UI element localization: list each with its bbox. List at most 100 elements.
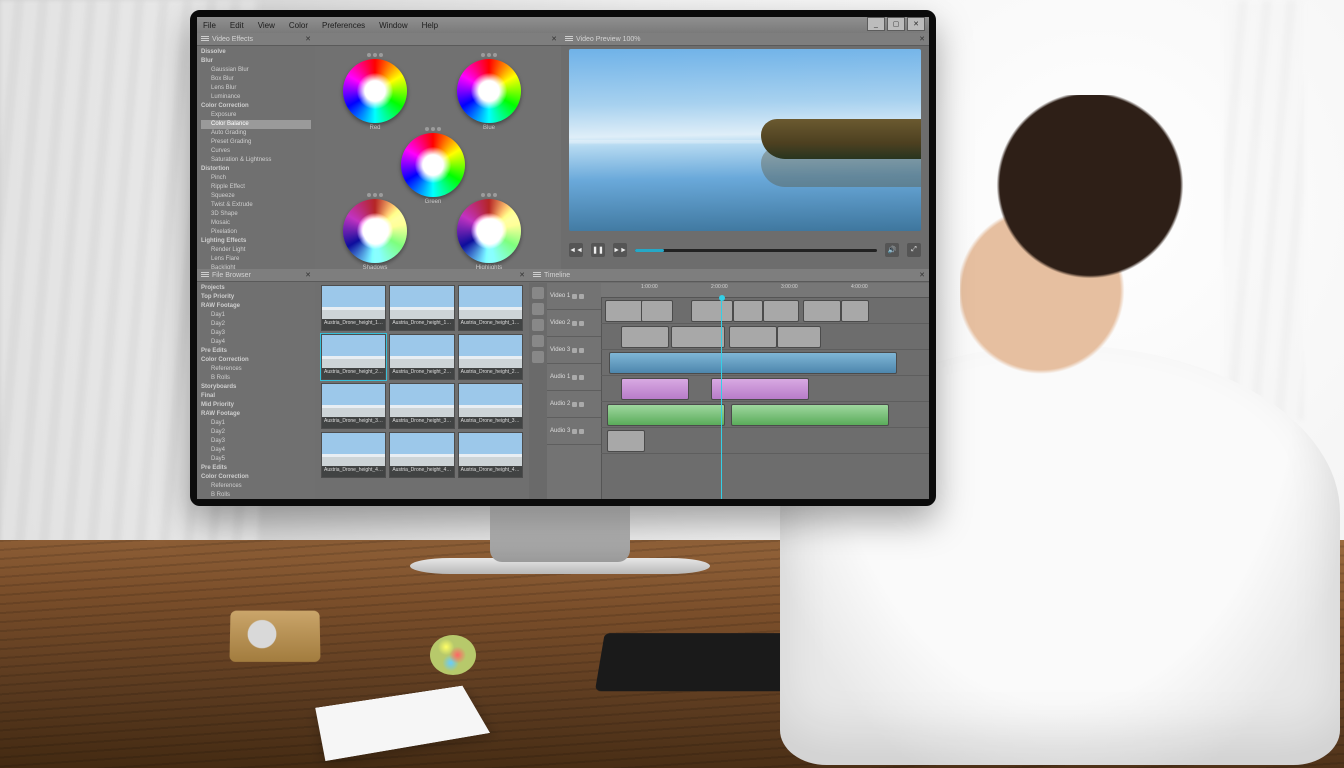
clip-video[interactable] — [609, 352, 897, 374]
hamburger-icon[interactable] — [533, 272, 541, 278]
tool-hand-icon[interactable] — [532, 319, 544, 331]
clip[interactable] — [729, 326, 777, 348]
panel-close-icon[interactable]: ✕ — [919, 271, 925, 279]
effects-item[interactable]: Twist & Extrude — [201, 201, 311, 210]
thumbnail[interactable] — [321, 285, 386, 331]
folder-item[interactable]: RAW Footage — [201, 410, 311, 419]
timeline-lanes[interactable] — [601, 297, 929, 499]
mute-icon[interactable] — [579, 348, 584, 353]
folder-item[interactable]: Top Priority — [201, 293, 311, 302]
clip[interactable] — [605, 300, 643, 322]
tool-pointer-icon[interactable] — [532, 287, 544, 299]
effects-item[interactable]: Auto Grading — [201, 129, 311, 138]
folder-item[interactable]: RAW Footage — [201, 302, 311, 311]
thumbnail[interactable] — [321, 383, 386, 429]
panel-close-icon[interactable]: ✕ — [305, 35, 311, 43]
color-wheel-red[interactable] — [343, 59, 407, 123]
hamburger-icon[interactable] — [565, 36, 573, 42]
tool-zoom-icon[interactable] — [532, 335, 544, 347]
track-header[interactable]: Audio 3 — [547, 418, 601, 445]
clip[interactable] — [803, 300, 841, 322]
thumbnail[interactable] — [321, 432, 386, 478]
color-wheel-shadows[interactable] — [343, 199, 407, 263]
window-close-button[interactable]: ✕ — [907, 17, 925, 31]
thumbnail[interactable] — [389, 432, 454, 478]
effects-item[interactable]: Lens Blur — [201, 84, 311, 93]
track-header[interactable]: Video 3 — [547, 337, 601, 364]
thumbnail[interactable] — [458, 334, 523, 380]
folder-item[interactable]: Pre Edits — [201, 347, 311, 356]
folder-item[interactable]: Mid Priority — [201, 401, 311, 410]
menu-preferences[interactable]: Preferences — [322, 21, 365, 30]
effects-category[interactable]: Lighting Effects — [201, 237, 311, 246]
effects-item[interactable]: Exposure — [201, 111, 311, 120]
thumbnail[interactable] — [458, 285, 523, 331]
file-item[interactable]: B Rolls — [201, 491, 311, 499]
file-item[interactable]: Day1 — [201, 419, 311, 428]
clip[interactable] — [777, 326, 821, 348]
mute-icon[interactable] — [579, 375, 584, 380]
effects-item[interactable]: 3D Shape — [201, 210, 311, 219]
file-item[interactable]: Day2 — [201, 428, 311, 437]
hamburger-icon[interactable] — [201, 272, 209, 278]
file-item[interactable]: Day4 — [201, 446, 311, 455]
folder-item[interactable]: Projects — [201, 284, 311, 293]
hamburger-icon[interactable] — [201, 36, 209, 42]
effects-category[interactable]: Blur — [201, 57, 311, 66]
menu-color[interactable]: Color — [289, 21, 308, 30]
mute-icon[interactable] — [579, 321, 584, 326]
track-header[interactable]: Video 1 — [547, 283, 601, 310]
file-item[interactable]: Day4 — [201, 338, 311, 347]
effects-item[interactable]: Gaussian Blur — [201, 66, 311, 75]
thumbnail[interactable] — [389, 334, 454, 380]
color-wheel-highlights[interactable] — [457, 199, 521, 263]
effects-item[interactable]: Pixelation — [201, 228, 311, 237]
thumbnail[interactable] — [321, 334, 386, 380]
file-item[interactable]: References — [201, 365, 311, 374]
lock-icon[interactable] — [572, 294, 577, 299]
preview-progress[interactable] — [635, 249, 877, 252]
effects-category[interactable]: Dissolve — [201, 48, 311, 57]
thumbnail[interactable] — [458, 432, 523, 478]
color-wheel-green[interactable] — [401, 133, 465, 197]
effects-item[interactable]: Saturation & Lightness — [201, 156, 311, 165]
track-header[interactable]: Video 2 — [547, 310, 601, 337]
folder-item[interactable]: Pre Edits — [201, 464, 311, 473]
panel-close-icon[interactable]: ✕ — [519, 271, 525, 279]
file-item[interactable]: Day2 — [201, 320, 311, 329]
menu-edit[interactable]: Edit — [230, 21, 244, 30]
effects-category[interactable]: Color Correction — [201, 102, 311, 111]
effects-item[interactable]: Ripple Effect — [201, 183, 311, 192]
folder-item[interactable]: Color Correction — [201, 356, 311, 365]
file-item[interactable]: References — [201, 482, 311, 491]
clip-audio[interactable] — [731, 404, 889, 426]
color-wheel-blue[interactable] — [457, 59, 521, 123]
menu-help[interactable]: Help — [422, 21, 438, 30]
expand-icon[interactable]: ⤢ — [907, 243, 921, 257]
next-button[interactable]: ►► — [613, 243, 627, 257]
panel-close-icon[interactable]: ✕ — [305, 271, 311, 279]
window-maximize-button[interactable]: ▢ — [887, 17, 905, 31]
thumbnail[interactable] — [389, 285, 454, 331]
tool-razor-icon[interactable] — [532, 303, 544, 315]
clip-audio[interactable] — [621, 378, 689, 400]
file-item[interactable]: Day3 — [201, 437, 311, 446]
effects-item[interactable]: Curves — [201, 147, 311, 156]
preview-video[interactable] — [569, 49, 921, 231]
menu-window[interactable]: Window — [379, 21, 407, 30]
clip[interactable] — [621, 326, 669, 348]
tool-text-icon[interactable] — [532, 351, 544, 363]
panel-close-icon[interactable]: ✕ — [919, 35, 925, 43]
timeline-ruler[interactable]: 1:00:002:00:003:00:004:00:00 — [601, 283, 929, 298]
effects-item[interactable]: Mosaic — [201, 219, 311, 228]
lock-icon[interactable] — [572, 402, 577, 407]
thumbnail[interactable] — [458, 383, 523, 429]
pause-button[interactable]: ❚❚ — [591, 243, 605, 257]
effects-item[interactable]: Render Light — [201, 246, 311, 255]
thumbnail[interactable] — [389, 383, 454, 429]
track-header[interactable]: Audio 1 — [547, 364, 601, 391]
lock-icon[interactable] — [572, 375, 577, 380]
clip-audio[interactable] — [607, 404, 725, 426]
clip[interactable] — [841, 300, 869, 322]
clip[interactable] — [733, 300, 763, 322]
